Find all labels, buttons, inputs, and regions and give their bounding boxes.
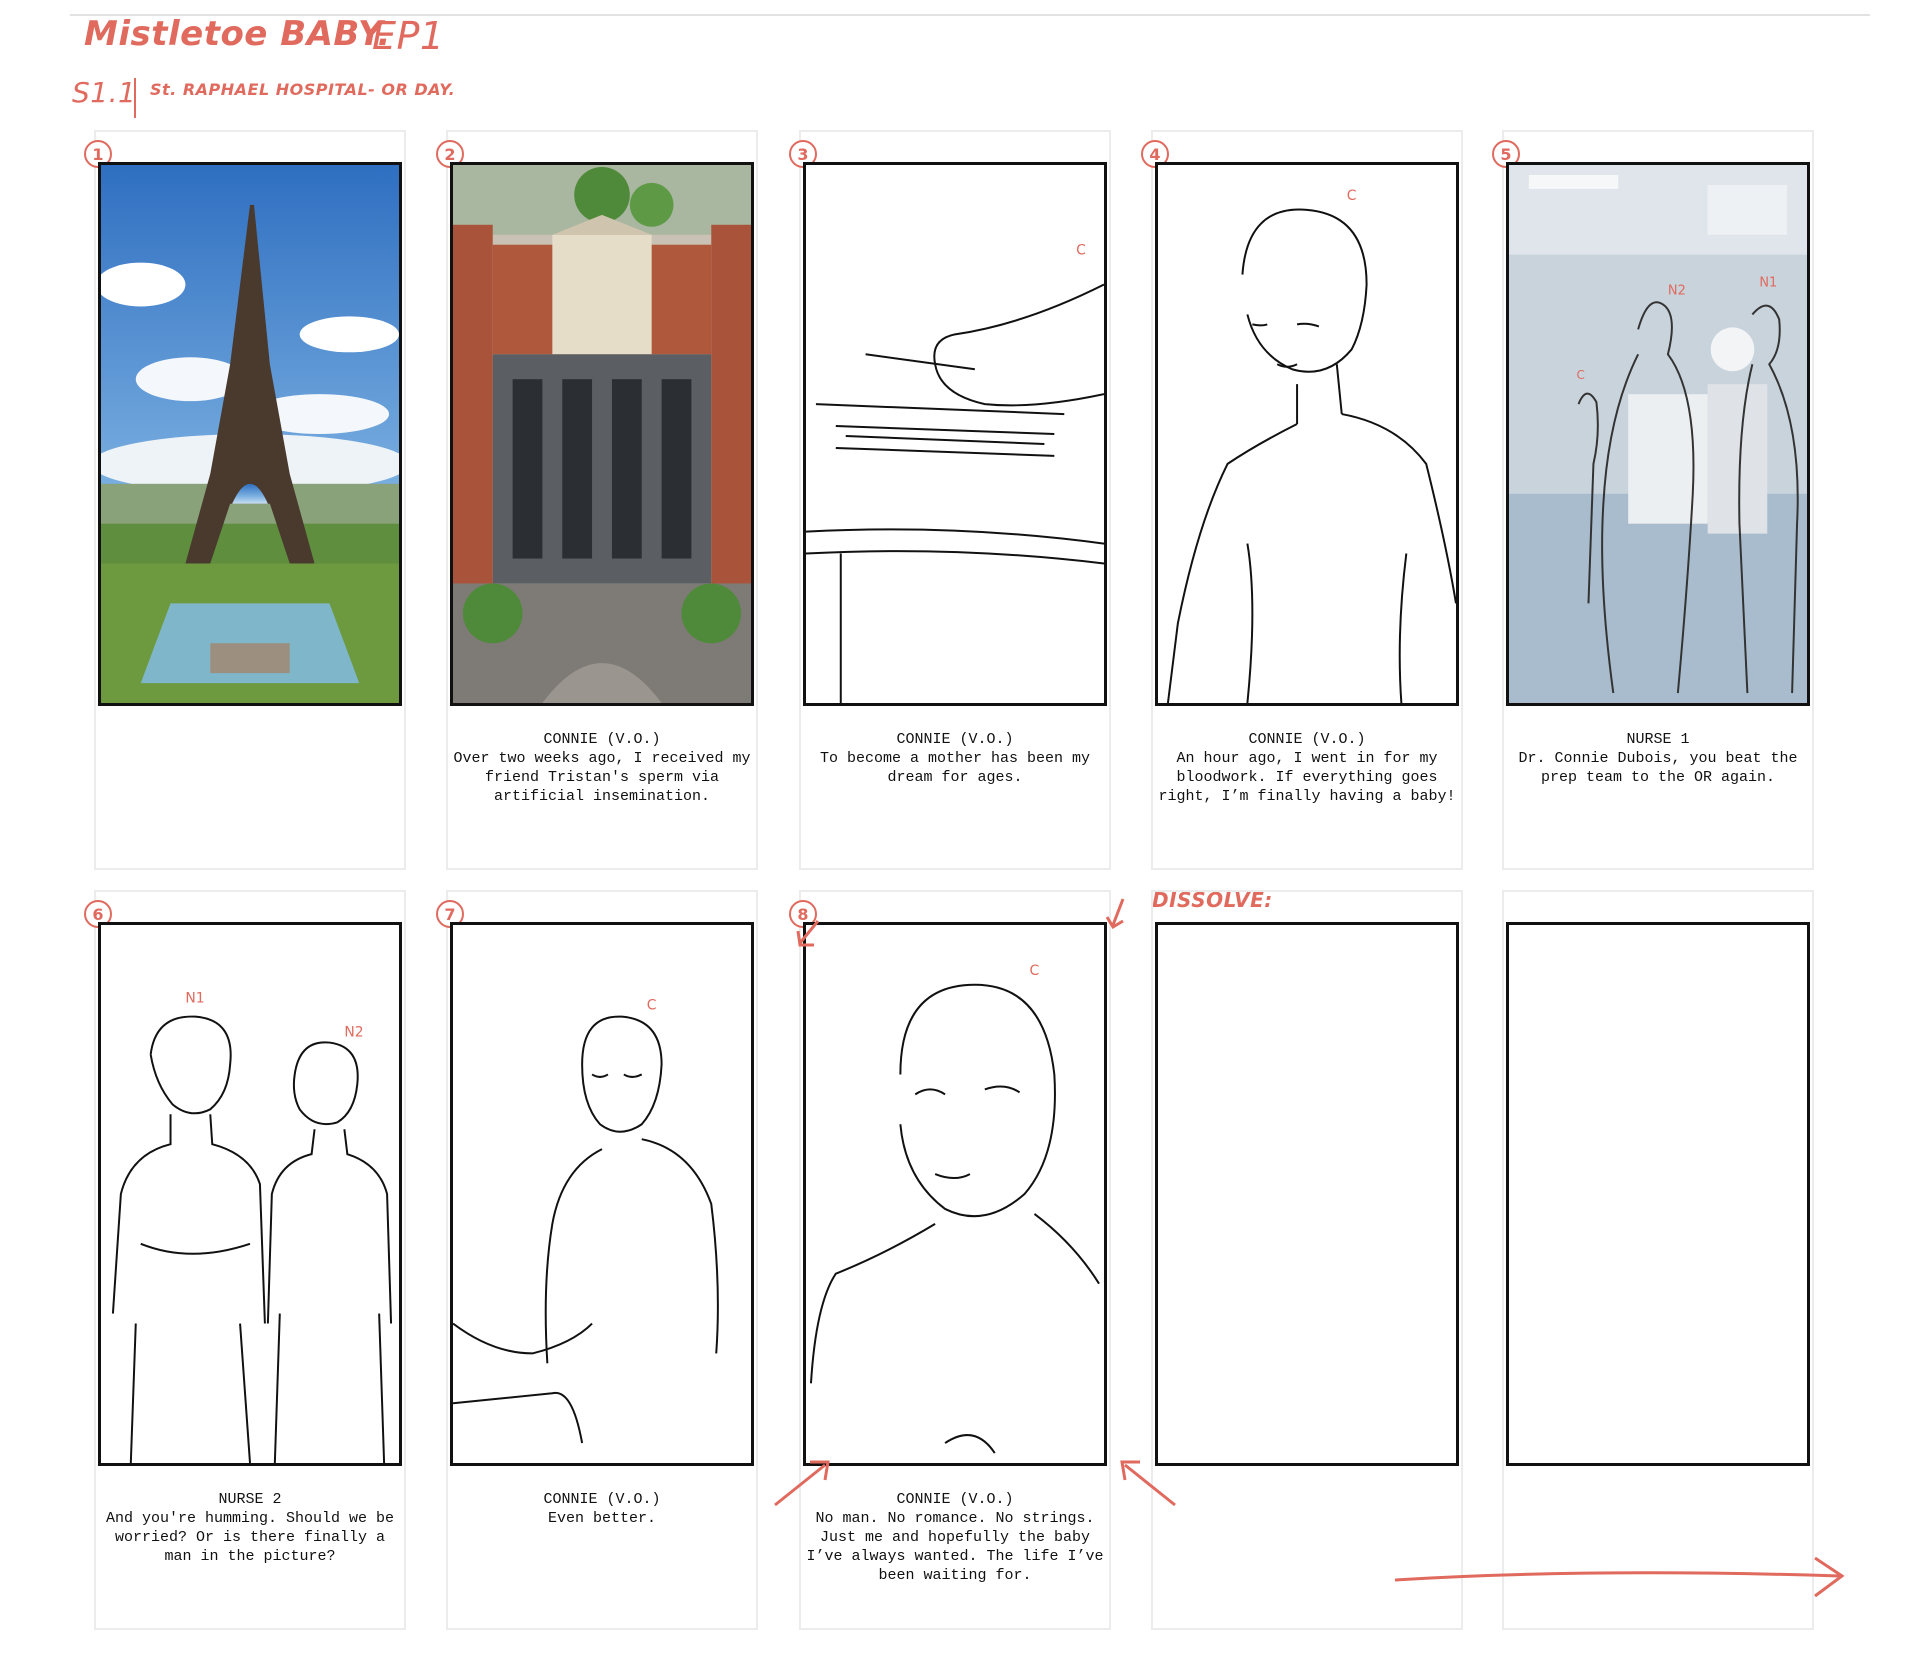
episode-label: EP1 bbox=[372, 14, 445, 58]
char-mark-c: C bbox=[1347, 188, 1357, 204]
scene-divider bbox=[134, 78, 136, 118]
connie-closeup-sketch: C bbox=[809, 963, 1100, 1454]
panel-frame-connie-closeup: C bbox=[803, 922, 1107, 1466]
scene-location: St. RAPHAEL HOSPITAL- OR DAY. bbox=[150, 80, 456, 99]
dialogue-speaker: CONNIE (V.O.) bbox=[896, 731, 1014, 748]
dialogue-speaker: NURSE 2 bbox=[218, 1491, 282, 1508]
char-mark-c: C bbox=[647, 998, 657, 1014]
hospital-aerial-illustration bbox=[453, 165, 751, 703]
dialogue-text: To become a mother has been my dream for… bbox=[819, 750, 1091, 786]
dialogue-text: No man. No romance. No strings. Just me … bbox=[806, 1510, 1104, 1584]
panel-dialogue: CONNIE (V.O.) To become a mother has bee… bbox=[803, 730, 1107, 787]
panel-frame-empty bbox=[1155, 922, 1459, 1466]
char-mark-n1: N1 bbox=[1759, 276, 1777, 291]
corner-arrow-icon bbox=[1105, 898, 1125, 930]
panel-frame-empty bbox=[1506, 922, 1810, 1466]
camera-arrow-icon bbox=[774, 1460, 830, 1507]
char-mark-c: C bbox=[1577, 368, 1585, 382]
panel-dialogue: CONNIE (V.O.) Over two weeks ago, I rece… bbox=[450, 730, 754, 806]
connie-sketch: C bbox=[1166, 188, 1456, 703]
dialogue-speaker: CONNIE (V.O.) bbox=[1248, 731, 1366, 748]
continue-arrow-icon bbox=[1394, 1556, 1845, 1598]
scene-number: S1.1 bbox=[72, 76, 137, 109]
panel-dialogue: CONNIE (V.O.) An hour ago, I went in for… bbox=[1155, 730, 1459, 806]
char-mark-c: C bbox=[1030, 963, 1040, 979]
panel-frame-two-nurses: N1 N2 bbox=[98, 922, 402, 1466]
dialogue-speaker: CONNIE (V.O.) bbox=[543, 731, 661, 748]
dialogue-text: An hour ago, I went in for my bloodwork.… bbox=[1158, 750, 1456, 805]
char-mark-n2: N2 bbox=[344, 1025, 363, 1041]
panel-dialogue: CONNIE (V.O.) Even better. bbox=[450, 1490, 754, 1528]
dialogue-text: Even better. bbox=[547, 1510, 657, 1527]
panel-dialogue: NURSE 1 Dr. Connie Dubois, you beat the … bbox=[1506, 730, 1810, 787]
nurses-sketch: N1 N2 bbox=[111, 991, 393, 1463]
panel-dialogue: NURSE 2 And you're humming. Should we be… bbox=[98, 1490, 402, 1566]
instrument-tray-sketch: C bbox=[806, 243, 1104, 703]
dialogue-text: And you're humming. Should we be worried… bbox=[105, 1510, 395, 1565]
panel-frame-eiffel-tower bbox=[98, 162, 402, 706]
char-mark-n1: N1 bbox=[185, 991, 204, 1007]
dialogue-speaker: NURSE 1 bbox=[1626, 731, 1690, 748]
connie-sketch: C bbox=[453, 998, 719, 1444]
panel-frame-instrument-tray: C bbox=[803, 162, 1107, 706]
camera-arrow-icon bbox=[1120, 1460, 1176, 1507]
panel-frame-connie-eyes-closed: C bbox=[450, 922, 754, 1466]
dialogue-text: Over two weeks ago, I received my friend… bbox=[453, 750, 751, 805]
char-mark-n2: N2 bbox=[1668, 284, 1686, 299]
show-title: Mistletoe BABY. bbox=[84, 14, 391, 54]
corner-arrow-icon bbox=[796, 920, 820, 947]
panel-frame-connie-smile: C bbox=[1155, 162, 1459, 706]
char-mark-c: C bbox=[1076, 243, 1086, 259]
dialogue-speaker: CONNIE (V.O.) bbox=[543, 1491, 661, 1508]
operating-room-illustration: N2 N1 C bbox=[1509, 165, 1807, 703]
panel-frame-hospital-exterior bbox=[450, 162, 754, 706]
eiffel-tower-illustration bbox=[101, 165, 399, 703]
panel-frame-operating-room: N2 N1 C bbox=[1506, 162, 1810, 706]
dialogue-text: Dr. Connie Dubois, you beat the prep tea… bbox=[1518, 750, 1798, 786]
